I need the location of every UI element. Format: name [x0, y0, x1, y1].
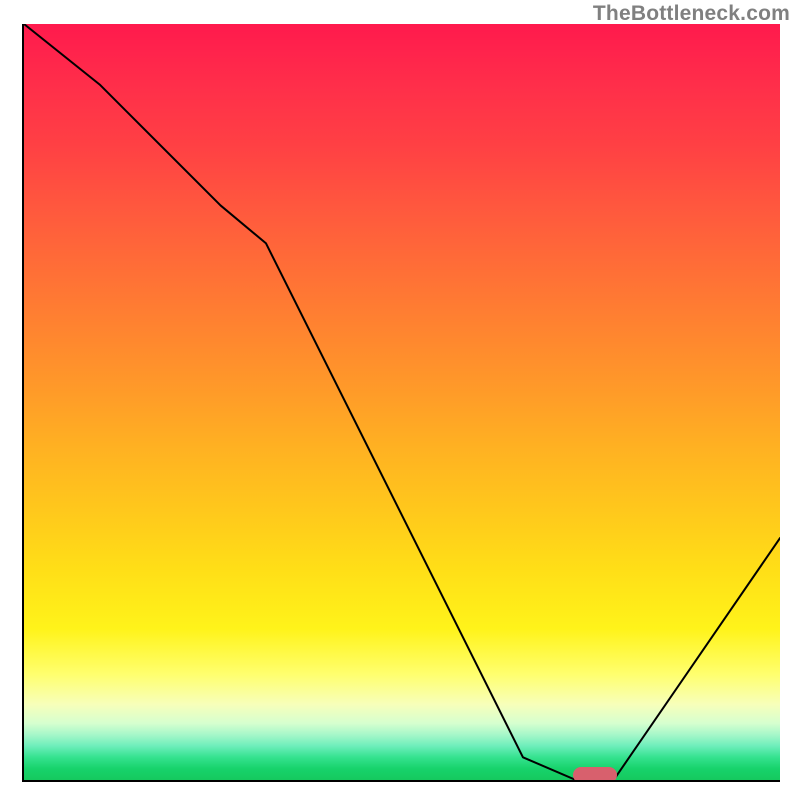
chart-container: TheBottleneck.com — [0, 0, 800, 800]
plot-area — [22, 24, 780, 782]
watermark-text: TheBottleneck.com — [593, 2, 790, 26]
optimal-marker — [573, 767, 617, 782]
bottleneck-curve-path — [24, 24, 780, 780]
curve-layer — [24, 24, 780, 780]
